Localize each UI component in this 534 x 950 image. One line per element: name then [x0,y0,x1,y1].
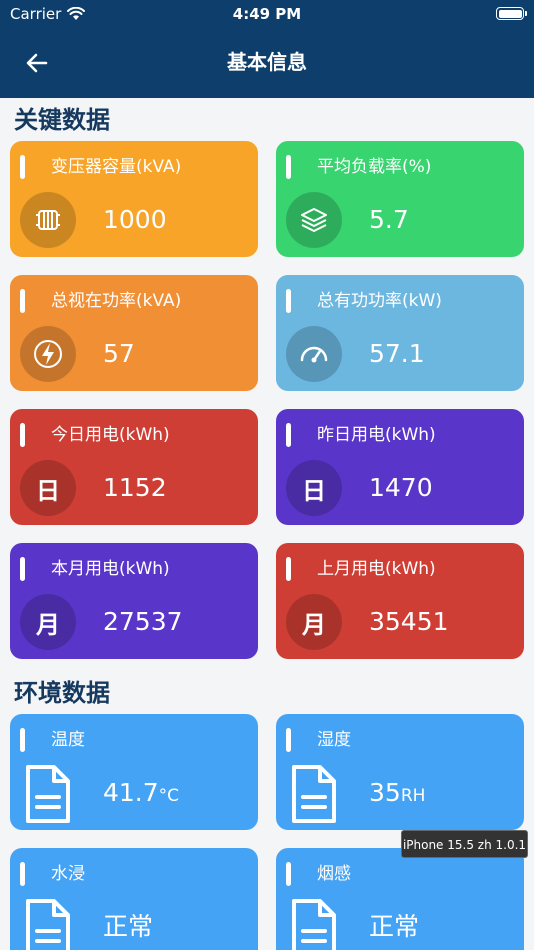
day-icon: 日 [20,460,76,516]
month-icon: 月 [20,594,76,650]
document-icon [26,765,70,823]
document-icon [26,899,70,950]
card-water-leak[interactable]: 水浸 正常 [10,848,258,950]
gauge-icon [286,326,342,382]
card-accent-bar [20,423,25,447]
card-today-energy[interactable]: 今日用电(kWh) 日 1152 [10,409,258,525]
card-label: 上月用电(kWh) [317,559,436,579]
card-value: 正常 [369,911,419,946]
card-value: 57.1 [369,339,425,368]
navigation-bar: Carrier 4:49 PM 基本信息 [0,0,534,98]
card-value: 正常 [103,911,153,946]
status-bar: Carrier 4:49 PM [0,0,534,28]
card-value: 1470 [369,473,433,502]
card-label: 总有功功率(kW) [317,291,442,311]
card-temperature[interactable]: 温度 41.7°C [10,714,258,830]
card-accent-bar [286,423,291,447]
card-accent-bar [286,862,291,886]
value-unit: RH [400,786,426,806]
card-accent-bar [20,289,25,313]
day-glyph: 日 [302,476,326,505]
card-accent-bar [20,728,25,752]
month-glyph: 月 [302,610,326,639]
card-accent-bar [286,557,291,581]
value-number: 正常 [103,912,154,941]
card-value: 27537 [103,607,183,636]
value-unit: °C [158,786,180,806]
card-accent-bar [286,155,291,179]
card-humidity[interactable]: 湿度 35RH [276,714,524,830]
layers-icon [286,192,342,248]
card-accent-bar [20,557,25,581]
battery-icon [496,7,527,20]
card-label: 昨日用电(kWh) [317,425,436,445]
card-accent-bar [20,862,25,886]
value-number: 41.7 [103,778,159,807]
card-value: 35RH [369,777,425,812]
card-label: 烟感 [317,864,351,884]
card-label: 变压器容量(kVA) [51,157,182,177]
card-value: 41.7°C [103,777,179,812]
day-icon: 日 [286,460,342,516]
card-label: 温度 [51,730,85,750]
card-label: 平均负载率(%) [317,157,432,177]
status-time: 4:49 PM [232,5,302,23]
card-transformer-capacity[interactable]: 变压器容量(kVA) 1000 [10,141,258,257]
value-number: 35 [369,778,401,807]
card-value: 1000 [103,205,167,234]
card-smoke[interactable]: 烟感 正常 [276,848,524,950]
card-label: 总视在功率(kVA) [51,291,182,311]
day-glyph: 日 [36,476,60,505]
card-label: 水浸 [51,864,85,884]
section-title-env: 环境数据 [14,679,110,707]
document-icon [292,765,336,823]
card-label: 湿度 [317,730,351,750]
value-number: 正常 [369,912,420,941]
card-active-power[interactable]: 总有功功率(kW) 57.1 [276,275,524,391]
card-accent-bar [286,728,291,752]
card-last-month-energy[interactable]: 上月用电(kWh) 月 35451 [276,543,524,659]
card-value: 57 [103,339,135,368]
card-average-load-rate[interactable]: 平均负载率(%) 5.7 [276,141,524,257]
card-this-month-energy[interactable]: 本月用电(kWh) 月 27537 [10,543,258,659]
lightning-icon [20,326,76,382]
card-label: 本月用电(kWh) [51,559,170,579]
version-tooltip: iPhone 15.5 zh 1.0.1 [401,830,528,858]
card-apparent-power[interactable]: 总视在功率(kVA) 57 [10,275,258,391]
document-icon [292,899,336,950]
section-title-key: 关键数据 [14,106,110,134]
card-accent-bar [20,155,25,179]
month-icon: 月 [286,594,342,650]
transformer-icon [20,192,76,248]
month-glyph: 月 [36,610,60,639]
card-value: 1152 [103,473,167,502]
page-title: 基本信息 [227,50,307,74]
card-yesterday-energy[interactable]: 昨日用电(kWh) 日 1470 [276,409,524,525]
card-value: 35451 [369,607,449,636]
card-accent-bar [286,289,291,313]
card-label: 今日用电(kWh) [51,425,170,445]
card-value: 5.7 [369,205,409,234]
